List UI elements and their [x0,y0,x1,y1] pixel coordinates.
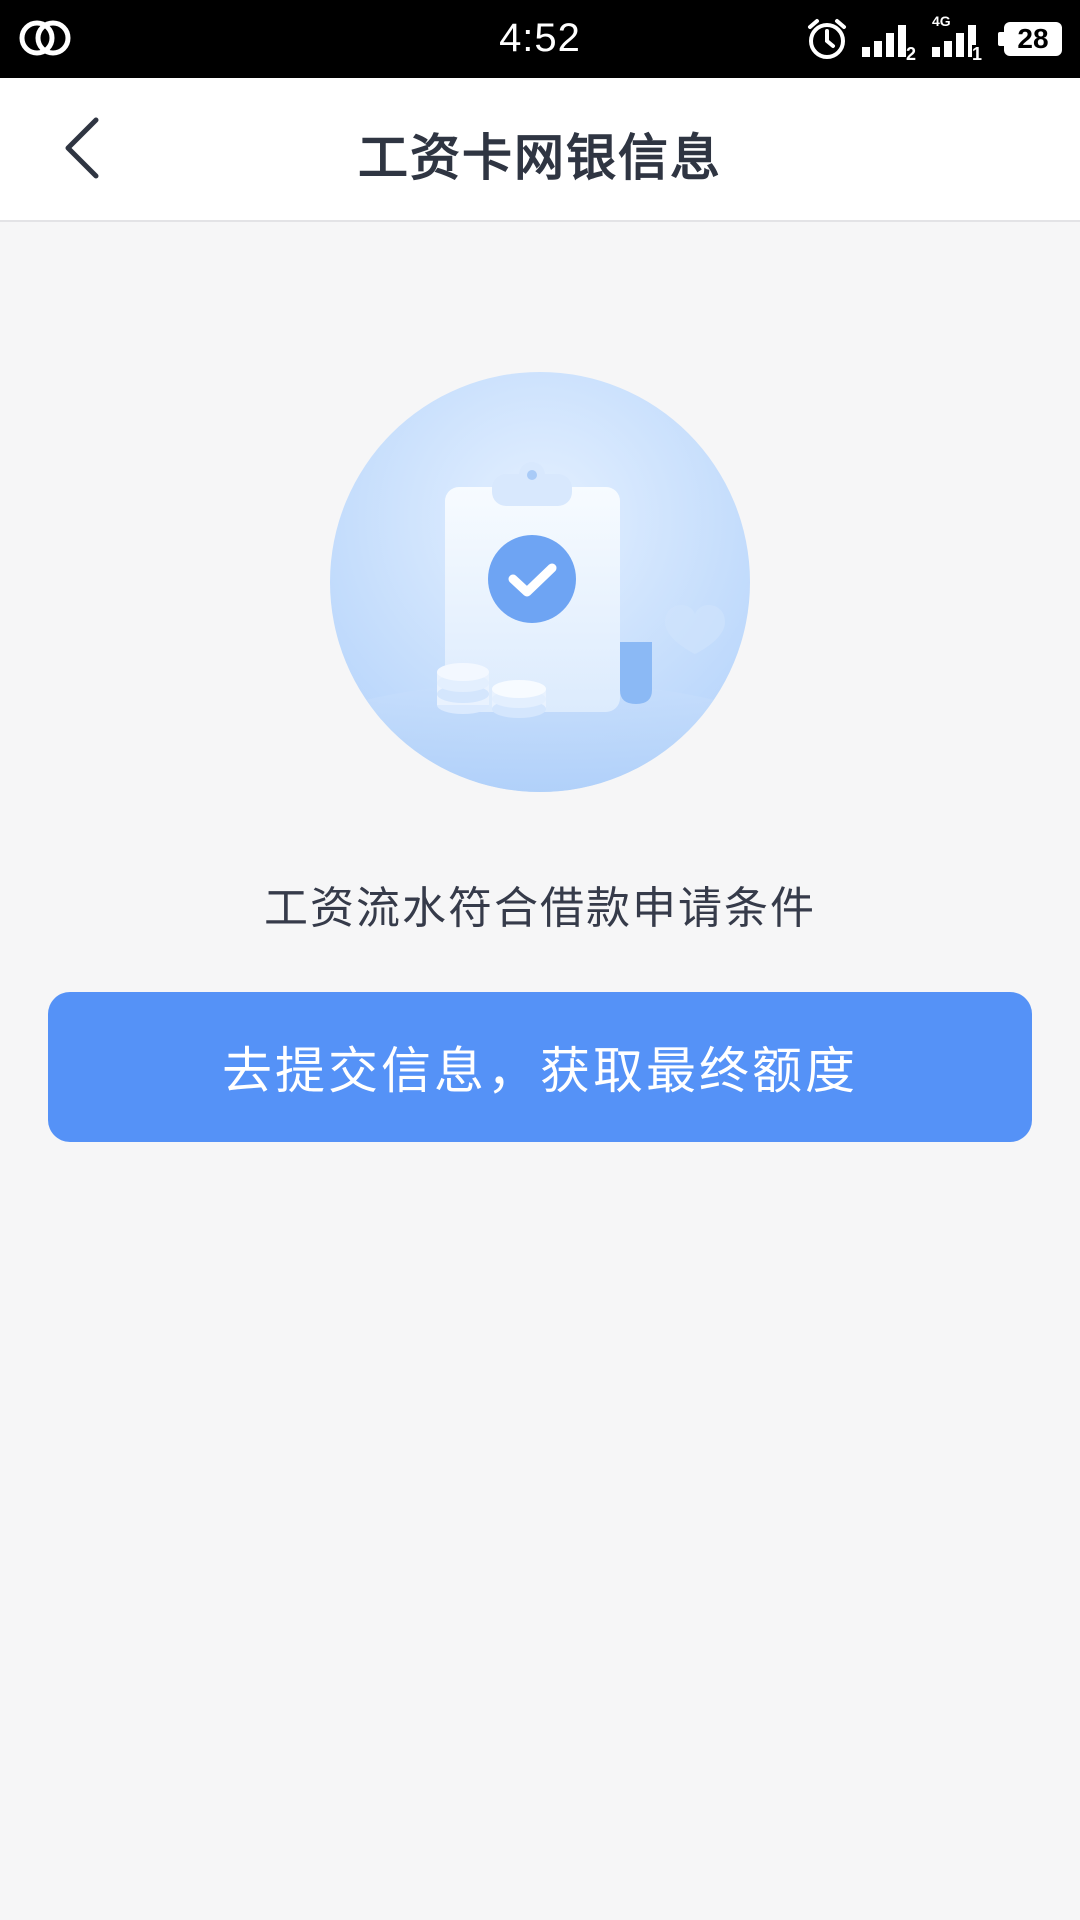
eligibility-message: 工资流水符合借款申请条件 [264,883,816,934]
status-icons: 2 4G 1 28 [806,13,1062,64]
status-bar: 4:52 2 4G 1 28 [0,0,1080,78]
page-title: 工资卡网银信息 [358,129,722,187]
signal-4g-icon: 4G 1 [930,13,992,64]
signal-icon: 2 [860,17,918,64]
battery-level: 28 [1017,23,1049,54]
battery-icon: 28 [998,22,1062,56]
submit-info-button[interactable]: 去提交信息，获取最终额度 [48,992,1032,1142]
submit-info-button-label: 去提交信息，获取最终额度 [222,1042,858,1100]
nav-bar: 工资卡网银信息 [0,78,1080,222]
alarm-icon [806,17,848,61]
sim1-label: 1 [971,44,982,64]
sim2-label: 2 [905,44,916,64]
network-type-label: 4G [932,13,951,29]
clipboard-check-icon [330,372,750,792]
